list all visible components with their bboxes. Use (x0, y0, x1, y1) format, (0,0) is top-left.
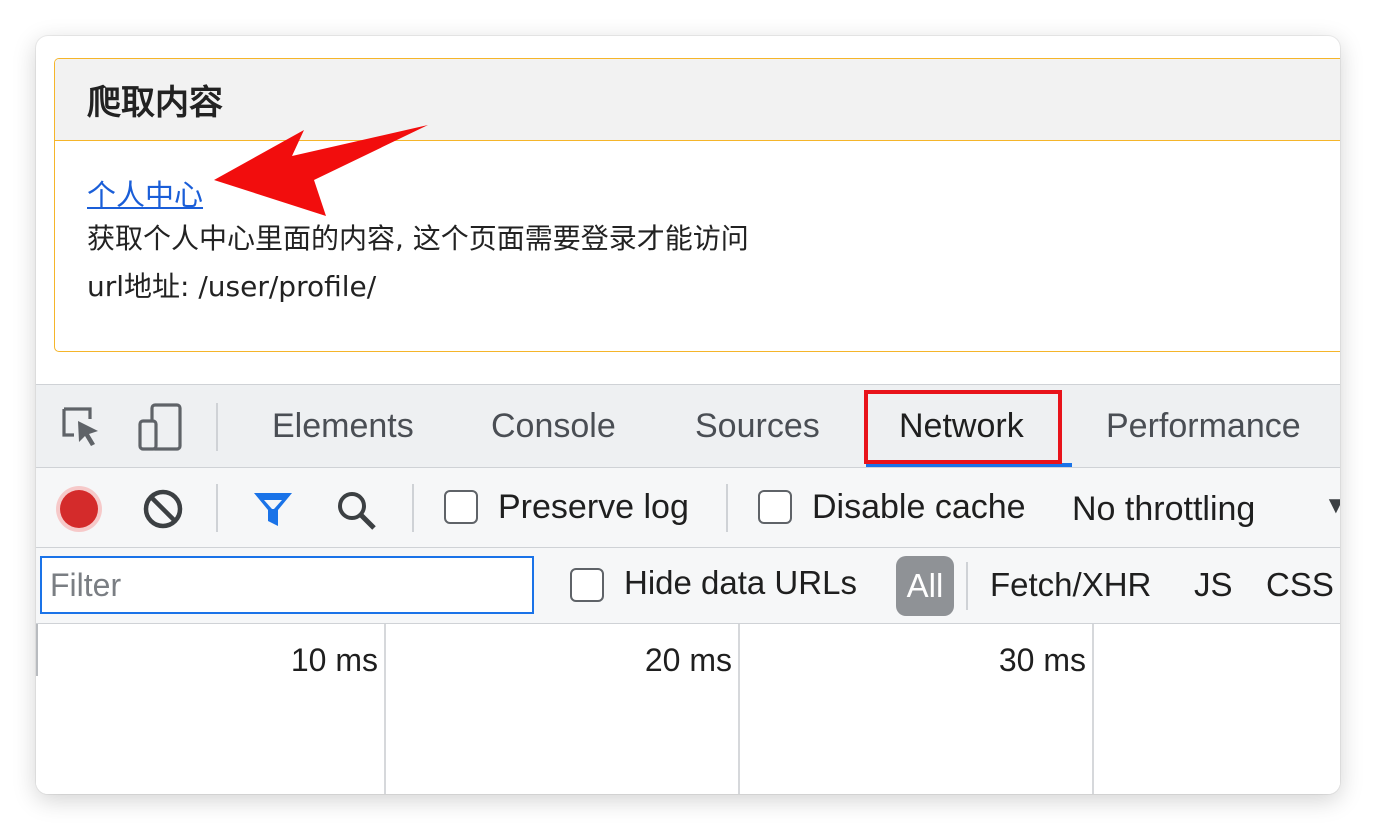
divider (216, 484, 218, 532)
filter-type-all[interactable]: All (896, 556, 954, 616)
timeline-start-line (36, 624, 38, 676)
divider (966, 562, 968, 610)
filter-icon[interactable] (252, 490, 294, 530)
timeline-tick-label: 30 ms (998, 642, 1086, 678)
preserve-log-checkbox[interactable] (444, 490, 478, 524)
tab-performance[interactable]: Performance (1106, 407, 1301, 446)
inspect-element-icon[interactable] (58, 403, 104, 449)
record-button[interactable] (60, 490, 98, 528)
tab-console[interactable]: Console (491, 407, 616, 446)
timeline-gridline (738, 624, 740, 794)
throttling-select[interactable]: No throttling (1072, 490, 1255, 529)
filter-bar: Hide data URLs All Fetch/XHR JS CSS (36, 548, 1340, 624)
clear-icon[interactable] (142, 488, 184, 530)
timeline-gridline (1092, 624, 1094, 794)
browser-window: 爬取内容 个人中心 获取个人中心里面的内容, 这个页面需要登录才能访问 url地… (36, 36, 1340, 794)
timeline-gridline (384, 624, 386, 794)
filter-type-js[interactable]: JS (1194, 566, 1233, 604)
hide-data-urls-checkbox[interactable] (570, 568, 604, 602)
devtools-tabbar: Elements Console Sources Network Perform… (36, 384, 1340, 468)
preserve-log-label: Preserve log (498, 488, 689, 526)
tab-elements[interactable]: Elements (272, 407, 414, 446)
annotation-highlight-box (864, 390, 1062, 464)
throttling-dropdown-icon[interactable]: ▼ (1324, 492, 1340, 520)
devtools-panel: Elements Console Sources Network Perform… (36, 384, 1340, 794)
network-timeline: 10 ms 20 ms 30 ms (36, 624, 1340, 794)
timeline-tick-label: 10 ms (290, 642, 378, 678)
annotation-arrow-icon (214, 125, 428, 216)
profile-link[interactable]: 个人中心 (87, 175, 203, 215)
filter-type-css[interactable]: CSS (1266, 566, 1334, 604)
tab-sources[interactable]: Sources (695, 407, 820, 446)
divider (412, 484, 414, 532)
device-toolbar-icon[interactable] (136, 403, 184, 451)
filter-type-fetch-xhr[interactable]: Fetch/XHR (990, 566, 1151, 604)
divider (216, 403, 218, 451)
search-icon[interactable] (334, 488, 380, 534)
divider (726, 484, 728, 532)
timeline-tick-label: 20 ms (644, 642, 732, 678)
url-text: url地址: /user/profile/ (87, 270, 377, 303)
network-toolbar: Preserve log Disable cache No throttling… (36, 468, 1340, 548)
card-title: 爬取内容 (87, 83, 223, 123)
disable-cache-label: Disable cache (812, 488, 1026, 526)
filter-input[interactable] (40, 556, 534, 614)
disable-cache-checkbox[interactable] (758, 490, 792, 524)
hide-data-urls-label: Hide data URLs (624, 564, 857, 601)
